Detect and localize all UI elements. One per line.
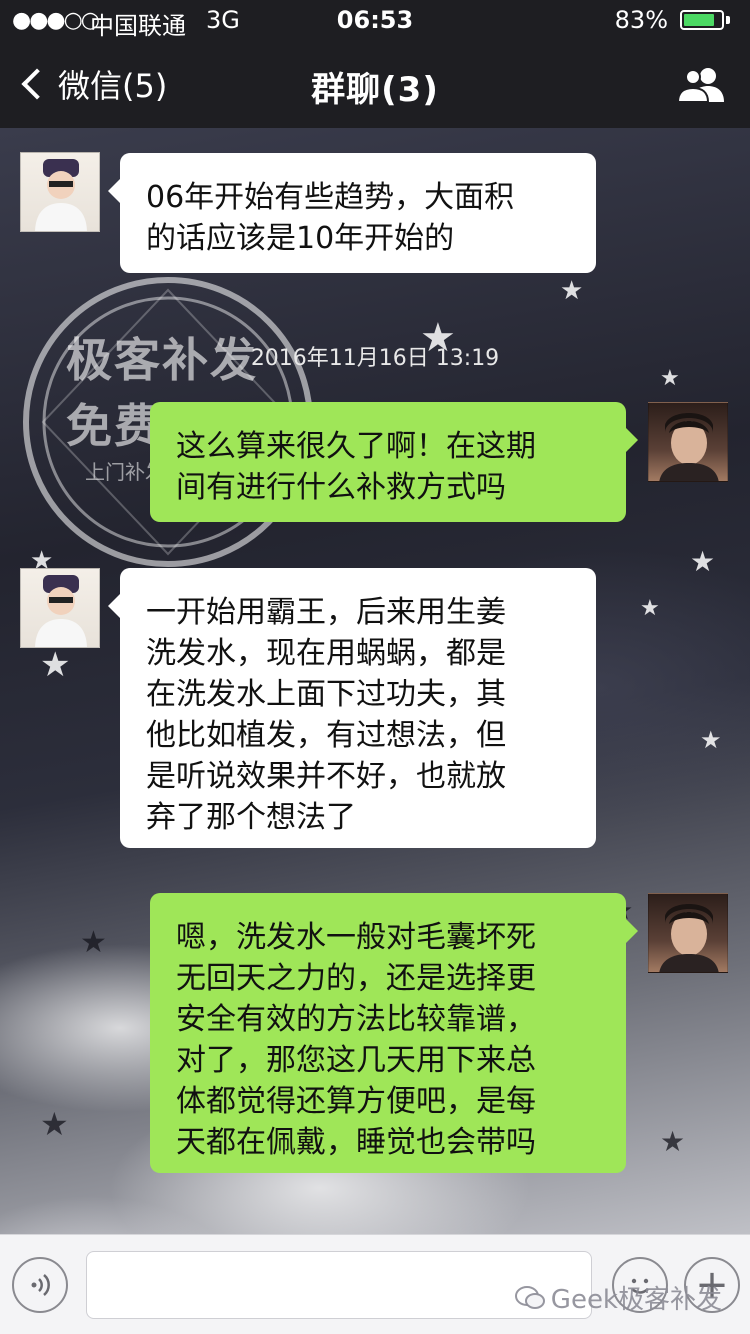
star-decoration: ★ xyxy=(640,596,660,621)
battery-tip xyxy=(726,16,730,24)
message-bubble[interactable]: 嗯，洗发水一般对毛囊坏死 无回天之力的，还是选择更 安全有效的方法比较靠谱， 对… xyxy=(150,893,638,1173)
voice-input-button[interactable] xyxy=(12,1257,68,1313)
person-avatar-icon xyxy=(35,575,87,647)
star-decoration: ★ xyxy=(40,1105,69,1143)
wechat-logo-icon xyxy=(514,1285,545,1309)
person-avatar-icon xyxy=(35,159,87,231)
my-avatar[interactable] xyxy=(648,893,728,973)
message-bubble[interactable]: 一开始用霸王，后来用生姜 洗发水，现在用蜗蜗，都是 在洗发水上面下过功夫，其 他… xyxy=(108,568,596,848)
friend-avatar[interactable] xyxy=(20,152,100,232)
star-decoration: ★ xyxy=(560,276,584,306)
input-bar: + Geek极客补发 xyxy=(0,1234,750,1334)
battery-icon xyxy=(680,10,724,30)
my-avatar[interactable] xyxy=(648,402,728,482)
chat-title: 群聊(3) xyxy=(311,70,439,110)
battery-level xyxy=(684,14,714,26)
star-decoration: ★ xyxy=(40,645,71,685)
brand-text: Geek极客补发 xyxy=(550,1285,722,1315)
status-bar: ●●●○○ 中国联通 3G 06:53 83% xyxy=(0,0,750,40)
star-decoration: ★ xyxy=(80,925,107,960)
message-bubble[interactable]: 06年开始有些趋势，大面积 的话应该是10年开始的 xyxy=(108,153,596,273)
message-timestamp: 2016年11月16日 13:19 xyxy=(250,346,500,371)
person-avatar-icon xyxy=(659,413,719,481)
person-avatar-icon xyxy=(659,904,719,972)
brand-watermark: Geek极客补发 xyxy=(514,1279,722,1316)
voice-icon xyxy=(31,1274,50,1296)
star-decoration: ★ xyxy=(660,1125,686,1158)
battery-percent: 83% xyxy=(614,6,668,34)
nav-bar: 微信(5) 群聊(3) xyxy=(0,40,750,128)
group-members-icon[interactable] xyxy=(676,66,726,102)
message-bubble[interactable]: 这么算来很久了啊！在这期 间有进行什么补救方式吗 xyxy=(150,402,638,522)
friend-avatar[interactable] xyxy=(20,568,100,648)
star-decoration: ★ xyxy=(690,545,716,578)
star-decoration: ★ xyxy=(700,726,722,754)
